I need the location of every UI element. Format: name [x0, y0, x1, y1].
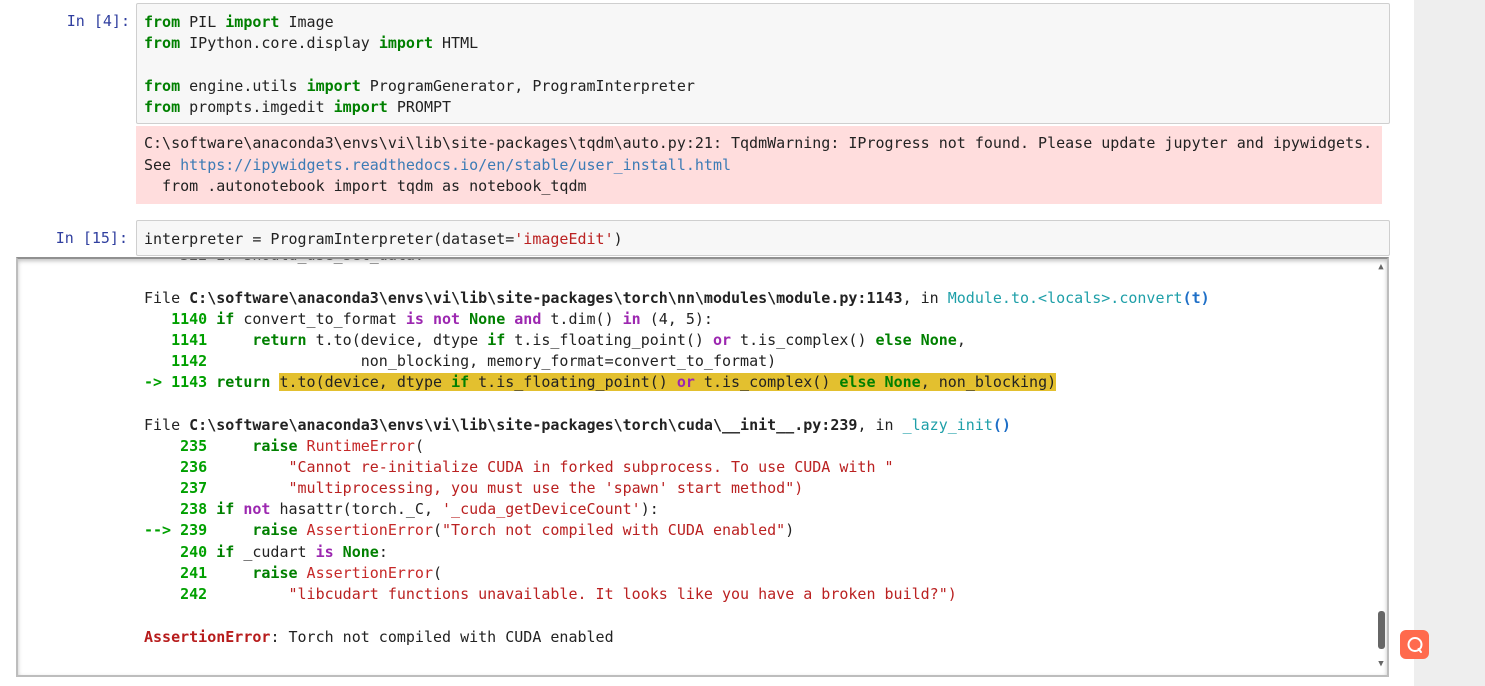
stderr-line: from .autonotebook import tqdm as notebo… — [144, 177, 587, 195]
scrollbar-thumb[interactable] — [1378, 611, 1385, 649]
code-line: from engine.utils import ProgramGenerato… — [144, 77, 695, 95]
code-line: 1141 return t.to(device, dtype if t.is_f… — [144, 331, 966, 349]
traceback-output[interactable]: 322 if should_use_set_data: File C:\soft… — [16, 257, 1389, 677]
code-line: 238 if not hasattr(torch._C, '_cuda_getD… — [144, 500, 659, 518]
stderr-line: See https://ipywidgets.readthedocs.io/en… — [144, 156, 732, 174]
highlighted-expression: t.to(device, dtype if t.is_floating_poin… — [279, 373, 1057, 391]
chat-help-icon[interactable] — [1400, 630, 1429, 659]
scroll-up-arrow-icon[interactable]: ▲ — [1375, 262, 1387, 272]
output-scrollbar[interactable]: ▲ ▼ — [1375, 262, 1387, 672]
code-cell-15[interactable]: interpreter = ProgramInterpreter(dataset… — [136, 220, 1390, 256]
code-line: interpreter = ProgramInterpreter(dataset… — [144, 230, 623, 248]
code-line: 241 raise AssertionError( — [144, 564, 443, 582]
code-line: 240 if _cudart is None: — [144, 543, 388, 561]
code-line: from prompts.imgedit import PROMPT — [144, 98, 452, 116]
frame-header: File C:\software\anaconda3\envs\vi\lib\s… — [144, 416, 1011, 434]
code-line: 1142 non_blocking, memory_format=convert… — [144, 352, 777, 370]
current-line: --> 239 raise AssertionError("Torch not … — [144, 521, 795, 539]
scroll-down-arrow-icon[interactable]: ▼ — [1375, 659, 1387, 669]
code-line: from IPython.core.display import HTML — [144, 34, 479, 52]
stderr-line: C:\software\anaconda3\envs\vi\lib\site-p… — [144, 134, 1373, 152]
partial-line: 322 if should_use_set_data: — [144, 259, 424, 266]
code-line: 235 raise RuntimeError( — [144, 437, 424, 455]
right-gutter — [1414, 0, 1485, 686]
code-line: 236 "Cannot re-initialize CUDA in forked… — [144, 458, 894, 476]
code-line: 237 "multiprocessing, you must use the '… — [144, 479, 804, 497]
cell-prompt-4: In [4]: — [66, 12, 130, 30]
frame-header: File C:\software\anaconda3\envs\vi\lib\s… — [144, 289, 1210, 307]
code-cell-4[interactable]: from PIL import Image from IPython.core.… — [136, 3, 1390, 124]
docs-link[interactable]: https://ipywidgets.readthedocs.io/en/sta… — [180, 156, 731, 174]
cell-prompt-15: In [15]: — [55, 229, 128, 247]
current-line: -> 1143 return t.to(device, dtype if t.i… — [144, 373, 1057, 391]
code-line: 1140 if convert_to_format is not None an… — [144, 310, 713, 328]
error-message: AssertionError: Torch not compiled with … — [144, 628, 614, 646]
stderr-output: C:\software\anaconda3\envs\vi\lib\site-p… — [136, 126, 1382, 204]
code-line: 242 "libcudart functions unavailable. It… — [144, 585, 957, 603]
code-line: from PIL import Image — [144, 13, 334, 31]
